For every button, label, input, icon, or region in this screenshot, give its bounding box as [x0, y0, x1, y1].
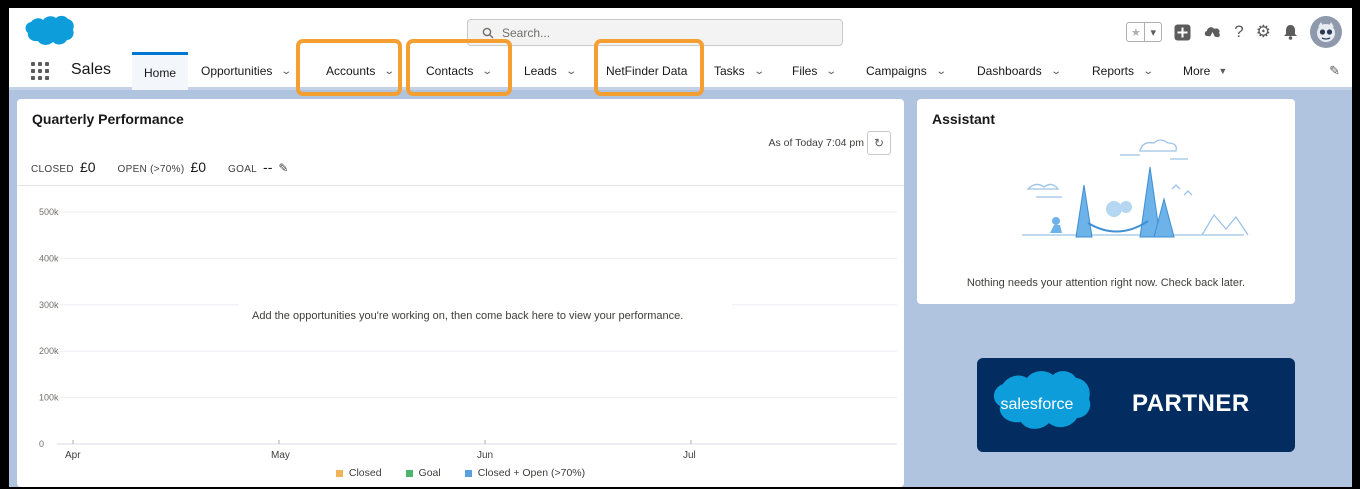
tab-contacts[interactable]: Contacts ⌄ [426, 52, 494, 90]
y-tick-label: 400k [39, 253, 59, 263]
y-tick-label: 100k [39, 393, 59, 403]
legend-label: Closed + Open (>70%) [477, 467, 586, 479]
help-icon[interactable]: ? [1234, 22, 1243, 42]
search-placeholder: Search... [502, 25, 551, 40]
x-tick-label: Jul [683, 450, 696, 461]
partner-label: PARTNER [1132, 390, 1250, 417]
chevron-down-icon[interactable]: ⌄ [826, 66, 838, 77]
empty-state-message: Add the opportunities you're working on,… [239, 296, 732, 346]
assistant-card: Assistant Nothing needs your attention r… [917, 99, 1295, 304]
partner-brand: salesforce [1000, 396, 1074, 413]
tab-leads[interactable]: Leads ⌄ [524, 52, 577, 90]
tab-label: Contacts [426, 64, 474, 78]
legend-swatch [405, 469, 413, 477]
tab-files[interactable]: Files ⌄ [792, 52, 838, 90]
closed-value: £0 [79, 159, 96, 175]
goal-label: GOAL [228, 164, 258, 175]
tab-label: Files [792, 64, 818, 78]
chart-legend: Closed Goal Closed + Open (>70%) [17, 467, 904, 479]
favorites-group: ★ ▾ [1126, 22, 1163, 42]
global-header: Search... ★ ▾ ? ⚙ [9, 8, 1352, 57]
chevron-down-icon[interactable]: ⌄ [935, 66, 947, 77]
salesforce-partner-badge: salesforce PARTNER [977, 358, 1295, 452]
tab-opportunities[interactable]: Opportunities ⌄ [201, 52, 293, 90]
trailhead-icon[interactable] [1203, 24, 1222, 41]
tab-label: Home [144, 65, 177, 80]
hammock-illustration [1022, 139, 1249, 238]
chevron-down-icon[interactable]: ⌄ [1050, 66, 1062, 77]
tab-label: Campaigns [866, 64, 927, 78]
quarterly-performance-card: Quarterly Performance As of Today 7:04 p… [17, 99, 904, 487]
legend-swatch [464, 469, 472, 477]
chevron-down-icon[interactable]: ⌄ [1142, 66, 1154, 77]
refresh-button[interactable]: ↻ [867, 131, 891, 155]
y-tick-label: 0 [39, 439, 44, 449]
legend-label: Closed [348, 467, 382, 479]
tab-campaigns[interactable]: Campaigns ⌄ [866, 52, 947, 90]
open-value: £0 [190, 159, 207, 175]
as-of-timestamp: As of Today 7:04 pm [768, 137, 864, 149]
tab-label: Leads [524, 64, 557, 78]
tab-label: Dashboards [977, 64, 1042, 78]
tab-netfinder-data[interactable]: NetFinder Data [606, 52, 687, 90]
chevron-down-icon[interactable]: ⌄ [565, 66, 577, 77]
favorite-star-icon[interactable]: ★ [1127, 23, 1144, 41]
divider [17, 185, 904, 186]
refresh-icon: ↻ [873, 136, 885, 150]
performance-stats: CLOSED £0 OPEN (>70%) £0 GOAL -- ✎ [31, 159, 288, 175]
caret-down-icon[interactable]: ▼ [1218, 66, 1227, 76]
legend-item[interactable]: Closed [335, 467, 382, 479]
chevron-down-icon[interactable]: ⌄ [753, 66, 765, 77]
tab-dashboards[interactable]: Dashboards ⌄ [977, 52, 1062, 90]
app-launcher-icon[interactable] [31, 62, 49, 80]
tab-home[interactable]: Home [132, 52, 189, 90]
card-title: Quarterly Performance [32, 111, 184, 127]
search-icon [482, 27, 494, 38]
header-utility-icons: ★ ▾ ? ⚙ [1126, 16, 1342, 48]
legend-item[interactable]: Closed + Open (>70%) [464, 467, 586, 479]
tab-label: NetFinder Data [606, 64, 688, 78]
app-navigation-bar: Sales Home Opportunities ⌄ Accounts ⌄ Co… [9, 52, 1352, 90]
tab-label: Tasks [714, 64, 745, 78]
edit-nav-icon[interactable]: ✎ [1329, 63, 1340, 79]
tab-accounts[interactable]: Accounts ⌄ [326, 52, 396, 90]
tab-label: Reports [1092, 64, 1135, 78]
chevron-down-icon[interactable]: ⌄ [281, 66, 293, 77]
user-avatar[interactable] [1310, 16, 1342, 48]
closed-label: CLOSED [31, 164, 74, 175]
legend-label: Goal [418, 467, 441, 479]
global-actions-icon[interactable] [1174, 24, 1191, 41]
setup-gear-icon[interactable]: ⚙ [1256, 22, 1271, 42]
tab-label: Opportunities [201, 64, 273, 78]
y-tick-label: 300k [39, 300, 59, 310]
open-label: OPEN (>70%) [117, 164, 185, 175]
chevron-down-icon[interactable]: ⌄ [482, 66, 494, 77]
legend-swatch [335, 469, 343, 477]
x-tick-label: May [271, 450, 290, 461]
assistant-message: Nothing needs your attention right now. … [966, 277, 1246, 289]
favorites-dropdown-icon[interactable]: ▾ [1144, 23, 1161, 41]
chevron-down-icon[interactable]: ⌄ [384, 66, 396, 77]
notification-bell-icon[interactable] [1283, 24, 1298, 40]
x-tick-label: Jun [477, 450, 493, 461]
tab-label: More [1183, 64, 1211, 78]
global-search-input[interactable]: Search... [467, 19, 843, 46]
tab-reports[interactable]: Reports ⌄ [1092, 52, 1154, 90]
tab-tasks[interactable]: Tasks ⌄ [714, 52, 765, 90]
tab-label: Accounts [326, 64, 376, 78]
y-tick-label: 500k [39, 207, 59, 217]
app-frame: Search... ★ ▾ ? ⚙ Sales Home Opportuniti… [9, 8, 1352, 487]
tab-more[interactable]: More ▼ [1183, 52, 1227, 90]
salesforce-logo[interactable] [21, 14, 75, 50]
y-tick-label: 200k [39, 346, 59, 356]
x-tick-label: Apr [65, 450, 81, 461]
goal-value: -- [263, 159, 273, 175]
pencil-icon[interactable]: ✎ [278, 161, 288, 175]
legend-item[interactable]: Goal [405, 467, 441, 479]
app-name: Sales [71, 61, 112, 78]
card-title: Assistant [932, 111, 996, 127]
